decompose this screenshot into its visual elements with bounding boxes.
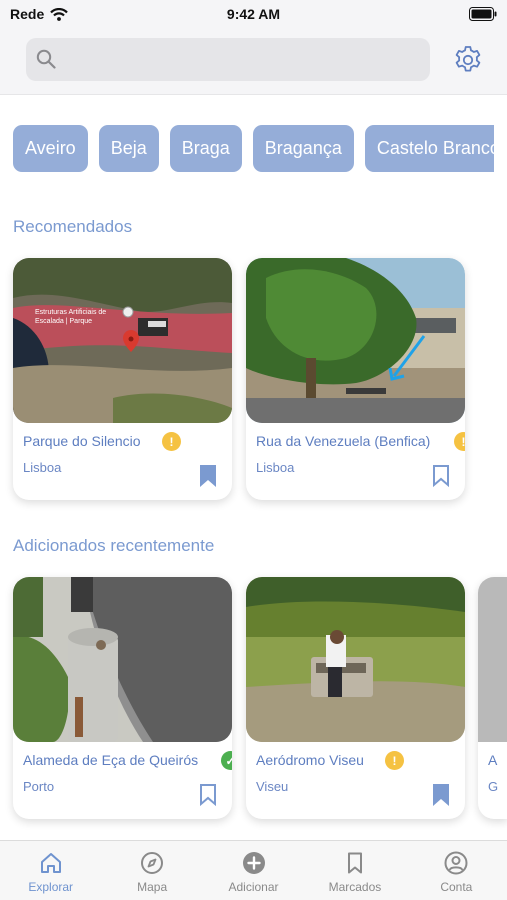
place-city: Viseu: [256, 779, 289, 794]
place-card[interactable]: Aeródromo Viseu ! Viseu: [246, 577, 465, 819]
city-chip[interactable]: Aveiro: [13, 125, 88, 172]
place-title: A: [488, 752, 498, 768]
place-photo: Estruturas Artificiais de Escalada | Par…: [13, 258, 232, 423]
place-city: Lisboa: [256, 460, 295, 475]
tab-label: Adicionar: [228, 880, 279, 894]
battery-icon: [469, 7, 497, 21]
tab-conta[interactable]: Conta: [406, 841, 507, 900]
city-filter-row: Aveiro Beja Braga Bragança Castelo Branc…: [0, 125, 494, 173]
search-bar[interactable]: [26, 38, 430, 81]
city-chip[interactable]: Bragança: [252, 125, 354, 172]
tab-bar: Explorar Mapa Adicionar Marcados Conta: [0, 840, 507, 900]
tab-marcados[interactable]: Marcados: [304, 841, 405, 900]
home-icon: [40, 853, 61, 873]
warning-icon: !: [454, 432, 465, 451]
city-chip[interactable]: Beja: [98, 125, 159, 172]
place-title: Alameda de Eça de Queirós: [23, 752, 199, 768]
gear-icon[interactable]: [452, 44, 484, 76]
search-input[interactable]: [66, 38, 416, 81]
status-bar: Rede 9:42 AM: [0, 0, 507, 30]
verified-check-icon: ✓: [221, 751, 232, 770]
tab-label: Marcados: [328, 880, 382, 894]
tab-adicionar[interactable]: Adicionar: [203, 841, 304, 900]
account-icon: [444, 851, 468, 875]
place-card[interactable]: Estruturas Artificiais de Escalada | Par…: [13, 258, 232, 500]
place-card[interactable]: Alameda de Eça de Queirós ✓ Porto: [13, 577, 232, 819]
add-circle-icon: [242, 852, 265, 874]
bookmark-filled-icon[interactable]: [431, 783, 451, 807]
tab-label: Mapa: [137, 880, 168, 894]
city-chip[interactable]: Castelo Branco: [364, 125, 494, 172]
status-time: 9:42 AM: [226, 6, 281, 22]
compass-icon: [141, 852, 164, 874]
place-city: Porto: [23, 779, 55, 794]
warning-icon: !: [162, 432, 181, 451]
bookmark-outline-icon[interactable]: [198, 783, 218, 807]
city-chip[interactable]: Braga: [169, 125, 242, 172]
tab-mapa[interactable]: Mapa: [101, 841, 202, 900]
bookmark-filled-icon[interactable]: [198, 464, 218, 488]
bookmark-outline-icon[interactable]: [431, 464, 451, 488]
place-title: Rua da Venezuela (Benfica): [256, 433, 431, 449]
place-city: G: [488, 779, 499, 794]
section-title-recent: Adicionados recentemente: [13, 536, 215, 555]
place-title: Parque do Silencio: [23, 433, 141, 449]
warning-icon: !: [385, 751, 404, 770]
place-title: Aeródromo Viseu: [256, 752, 364, 768]
place-photo: [13, 577, 232, 742]
place-card[interactable]: Rua da Venezuela (Benfica) ! Lisboa: [246, 258, 465, 500]
place-photo: [478, 577, 507, 742]
tab-label: Explorar: [28, 880, 74, 894]
tab-label: Conta: [440, 880, 473, 894]
place-card-partial[interactable]: A G: [478, 577, 507, 819]
header: [0, 30, 507, 95]
section-title-recommended: Recomendados: [13, 217, 133, 236]
search-icon: [36, 49, 56, 69]
place-photo: [246, 258, 465, 423]
bookmark-icon: [347, 852, 362, 874]
place-photo: [246, 577, 465, 742]
map-label: Estruturas Artificiais de Escalada | Par…: [35, 309, 107, 325]
place-city: Lisboa: [23, 460, 62, 475]
tab-explorar[interactable]: Explorar: [0, 841, 101, 900]
